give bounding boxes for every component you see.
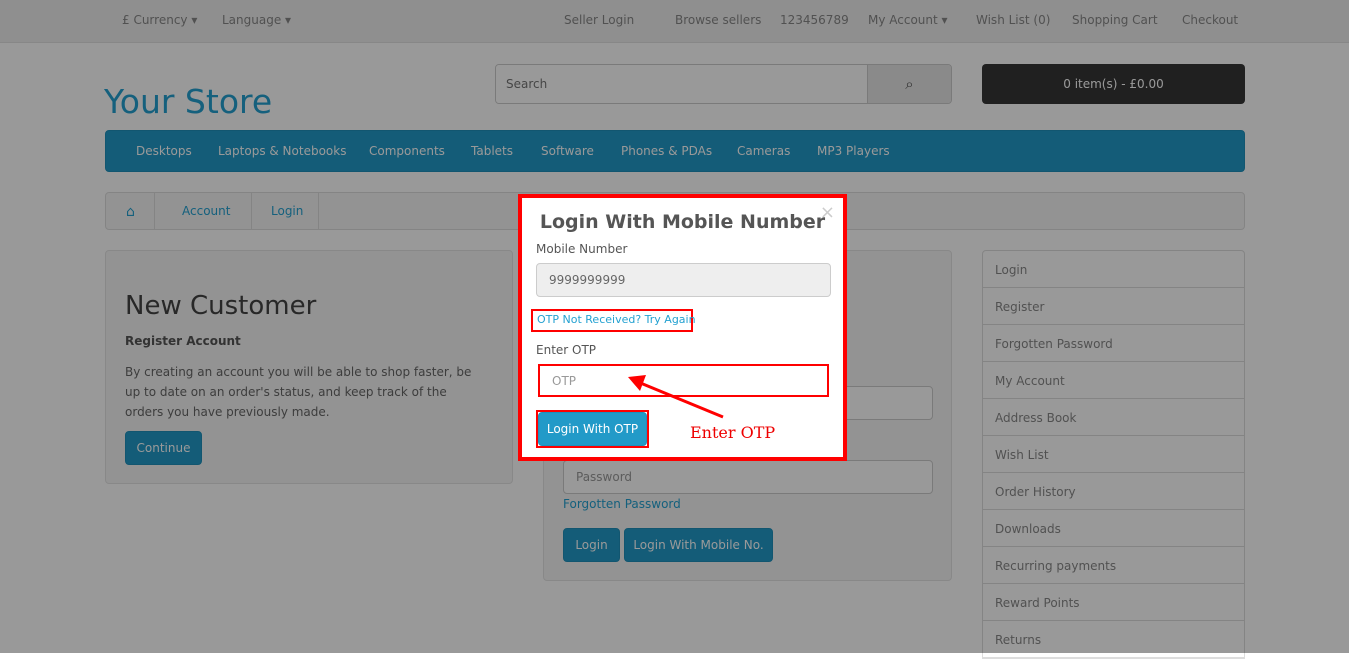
close-icon[interactable]: × [820, 202, 835, 223]
mobile-number-input[interactable]: 9999999999 [536, 263, 831, 297]
otp-login-modal: Login With Mobile Number × Mobile Number… [518, 194, 847, 461]
otp-label: Enter OTP [536, 343, 597, 357]
annotation-arrow-icon [628, 375, 724, 419]
mobile-number-label: Mobile Number [536, 242, 628, 256]
annotation-label: Enter OTP [690, 423, 776, 442]
otp-retry-link[interactable]: OTP Not Received? Try Again [537, 313, 696, 326]
modal-title: Login With Mobile Number [539, 211, 826, 233]
